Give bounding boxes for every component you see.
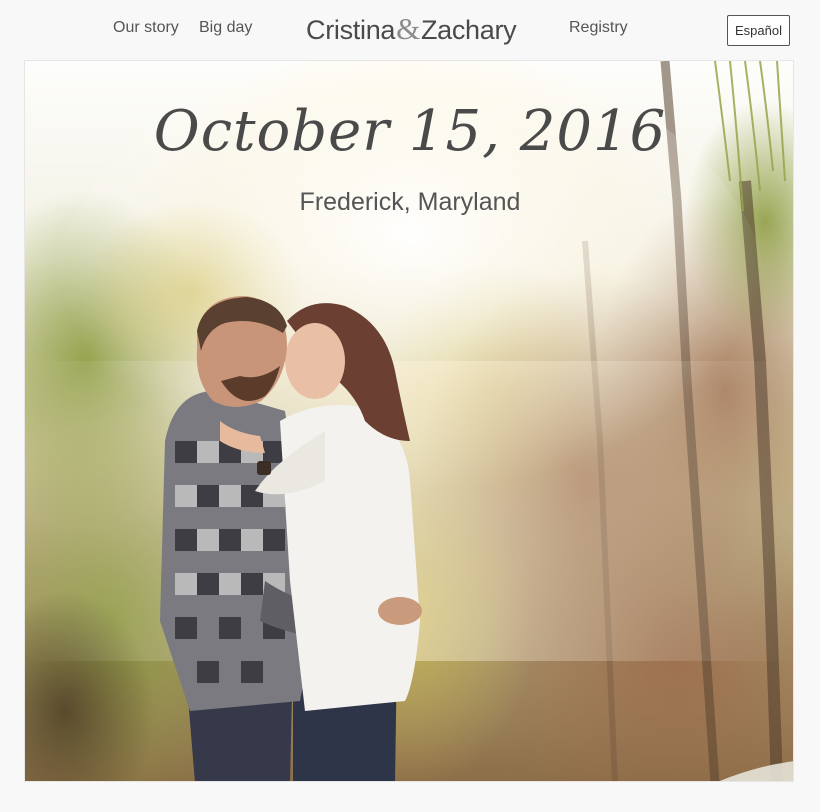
wedding-location: Frederick, Maryland bbox=[299, 188, 521, 216]
nav-link-big-day[interactable]: Big day bbox=[199, 19, 252, 37]
site-logo[interactable]: Cristina&Zachary bbox=[306, 11, 517, 47]
brand-ampersand: & bbox=[396, 11, 420, 46]
brand-first-name: Cristina bbox=[306, 15, 396, 45]
nav-link-registry[interactable]: Registry bbox=[569, 19, 628, 37]
top-nav: Our story Big day Cristina&Zachary Regis… bbox=[0, 0, 820, 60]
couple-figure bbox=[160, 296, 422, 781]
brand-second-name: Zachary bbox=[420, 15, 517, 45]
language-toggle-button[interactable]: Español bbox=[727, 15, 790, 46]
hero-banner: October 15, 2016 Frederick, Maryland bbox=[24, 60, 794, 782]
nav-link-our-story[interactable]: Our story bbox=[113, 19, 179, 37]
wedding-date: October 15, 2016 bbox=[153, 99, 667, 164]
hero-photo bbox=[25, 61, 793, 781]
